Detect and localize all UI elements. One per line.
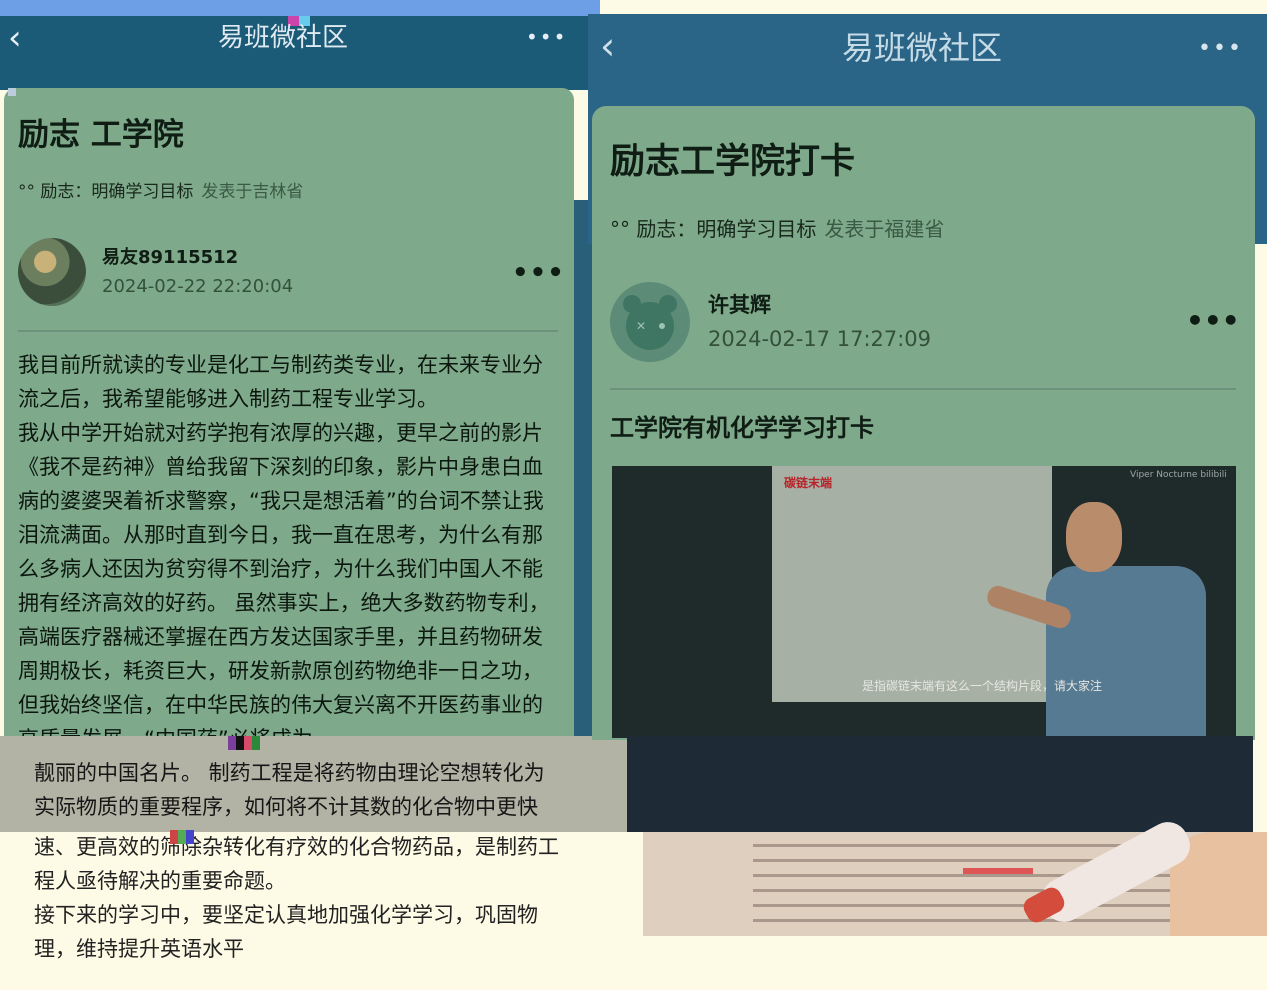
back-chevron-icon[interactable]: ‹ — [8, 18, 42, 58]
author-name[interactable]: 许其辉 — [708, 290, 1008, 320]
post-location: 发表于吉林省 — [201, 182, 304, 202]
back-chevron-icon[interactable]: ‹ — [600, 24, 634, 68]
avatar[interactable] — [18, 238, 86, 306]
post-location: 发表于福建省 — [824, 217, 945, 241]
paragraph-line: 程人亟待解决的重要命题。 — [34, 869, 286, 893]
paragraph-line: 理，维持提升英语水平 — [34, 937, 244, 961]
board-label: 碳链末端 — [784, 476, 833, 490]
post-more-icon[interactable]: ••• — [1186, 306, 1240, 336]
left-post-title: 励志 工学院 — [18, 117, 184, 153]
paragraph-line: 接下来的学习中，要坚定认真地加强化学学习，巩固物 — [34, 903, 538, 927]
divider — [610, 388, 1236, 390]
paragraph: 我从中学开始就对药学抱有浓厚的兴趣，更早之前的影片《我不是药神》曾给我留下深刻的… — [18, 421, 550, 736]
video-subtitle: 是指碳链末端有这么一个结构片段，请大家注 — [862, 679, 1103, 693]
lecturer-head — [1066, 502, 1122, 572]
paragraph-line: 实际物质的重要程序，如何将不计其数的化合物中更快 — [34, 795, 538, 819]
post-more-icon[interactable]: ••• — [512, 258, 564, 288]
left-post-meta: °° 励志：明确学习目标 发表于吉林省 — [18, 178, 578, 206]
more-dots-icon[interactable]: ••• — [526, 22, 566, 52]
right-post-title: 励志工学院打卡 — [610, 142, 856, 182]
divider — [18, 330, 558, 332]
left-post-body: 我目前所就读的专业是化工与制药类专业，在未来专业分流之后，我希望能够进入制药工程… — [18, 348, 562, 736]
left-nav-title: 易班微社区 — [218, 23, 349, 53]
lecturer-figure — [1046, 566, 1206, 738]
glitch-artifact — [228, 736, 260, 750]
bottom-text: 速、更高效的筛除杂转化有疗效的化合物药品，是制药工 程人亟待解决的重要命题。 接… — [34, 830, 614, 970]
author-name[interactable]: 易友89115512 — [102, 245, 402, 271]
bear-avatar-icon: ✕ — [623, 295, 677, 350]
paragraph: 我目前所就读的专业是化工与制药类专业，在未来专业分流之后，我希望能够进入制药工程… — [18, 353, 543, 411]
avatar[interactable]: ✕ — [610, 282, 690, 362]
video-bottom-strip — [627, 736, 1253, 832]
left-status-strip — [0, 0, 600, 16]
paragraph-line: 靓丽的中国名片。 制药工程是将药物由理论空想转化为 — [34, 761, 545, 785]
right-post-meta: °° 励志：明确学习目标 发表于福建省 — [610, 214, 1230, 244]
svg-text:✕: ✕ — [636, 319, 646, 333]
paragraph-line: 速、更高效的筛除杂转化有疗效的化合物药品，是制药工 — [34, 835, 559, 859]
post-timestamp: 2024-02-22 22:20:04 — [102, 276, 294, 297]
topic-tag[interactable]: °° 励志：明确学习目标 — [610, 217, 816, 241]
whiteboard — [772, 466, 1052, 702]
post-subtitle: 工学院有机化学学习打卡 — [610, 414, 874, 442]
band-text: 靓丽的中国名片。 制药工程是将药物由理论空想转化为 实际物质的重要程序，如何将不… — [34, 756, 594, 832]
post-timestamp: 2024-02-17 17:27:09 — [708, 327, 932, 351]
topic-tag[interactable]: °° 励志：明确学习目标 — [18, 182, 193, 202]
glitch-artifact — [170, 830, 194, 844]
video-watermark: Viper Nocturne bilibili — [1130, 470, 1227, 480]
right-nav-title: 易班微社区 — [842, 29, 1003, 67]
glitch-artifact — [8, 88, 16, 96]
more-dots-icon[interactable]: ••• — [1198, 32, 1248, 66]
